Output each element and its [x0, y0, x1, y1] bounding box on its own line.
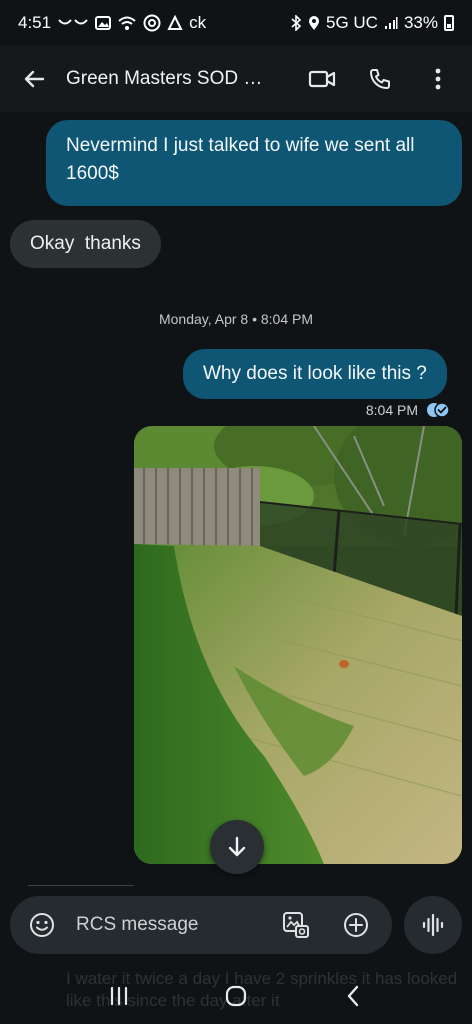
- header-actions: [304, 61, 456, 97]
- recent-apps-button[interactable]: [97, 974, 141, 1018]
- phone-call-button[interactable]: [362, 61, 398, 97]
- composer-actions: [278, 907, 374, 943]
- outgoing-message[interactable]: Why does it look like this ?: [183, 349, 447, 399]
- emoji-button[interactable]: [24, 907, 60, 943]
- video-call-button[interactable]: [304, 61, 340, 97]
- system-back-button[interactable]: [331, 974, 375, 1018]
- missed-call-icon: [57, 17, 89, 29]
- message-list[interactable]: Nevermind I just talked to wife we sent …: [0, 112, 472, 892]
- message-timestamp-row: 8:04 PM: [366, 402, 450, 418]
- wifi-call-icon: [117, 15, 137, 31]
- back-button[interactable]: [16, 61, 52, 97]
- draft-divider: [28, 885, 134, 886]
- status-network: 5G UC: [326, 13, 378, 32]
- gallery-icon: [283, 912, 309, 938]
- emoji-icon: [30, 913, 54, 937]
- chevron-left-icon: [348, 985, 359, 1007]
- signal-icon: [384, 16, 398, 30]
- outgoing-message[interactable]: Nevermind I just talked to wife we sent …: [46, 120, 462, 206]
- arrow-down-icon: [228, 836, 246, 857]
- message-timestamp: 8:04 PM: [365, 402, 418, 418]
- more-vert-icon: [435, 68, 441, 90]
- scroll-to-bottom-button[interactable]: [210, 820, 264, 874]
- battery-icon: [444, 15, 454, 31]
- voice-message-button[interactable]: [404, 896, 462, 954]
- status-battery-text: 33%: [403, 13, 438, 32]
- video-call-icon: [308, 70, 336, 88]
- add-attachment-button[interactable]: [338, 907, 374, 943]
- status-carrier-tag: ck: [189, 13, 207, 32]
- read-receipt-icon: [427, 402, 450, 418]
- contact-name[interactable]: Green Masters SOD Pe...: [66, 68, 272, 90]
- recent-apps-icon: [110, 986, 127, 1006]
- home-icon: [225, 985, 247, 1007]
- incoming-message[interactable]: Okay thanks: [10, 220, 161, 268]
- home-button[interactable]: [214, 974, 258, 1018]
- add-icon: [344, 913, 368, 937]
- status-time: 4:51: [18, 13, 52, 32]
- conversation-header: Green Masters SOD Pe...: [0, 46, 472, 112]
- status-left: 4:51 ck: [18, 13, 206, 33]
- phone-icon: [370, 69, 390, 89]
- status-bar: 4:51 ck 5G UC 33%: [0, 0, 472, 46]
- app-notification-icon: [167, 15, 183, 31]
- gallery-button[interactable]: [278, 907, 314, 943]
- image-attachment[interactable]: [134, 426, 462, 864]
- more-options-button[interactable]: [420, 61, 456, 97]
- location-icon: [308, 15, 320, 31]
- image-icon: [95, 15, 112, 31]
- message-composer: RCS message: [10, 896, 392, 954]
- status-right: 5G UC 33%: [290, 13, 454, 33]
- voice-icon: [422, 913, 444, 937]
- bluetooth-icon: [290, 15, 302, 31]
- target-icon: [143, 14, 161, 32]
- system-navigation-bar: [0, 968, 472, 1024]
- message-input[interactable]: RCS message: [76, 914, 278, 936]
- date-separator: Monday, Apr 8 • 8:04 PM: [158, 311, 314, 327]
- lawn-photo: [134, 426, 462, 864]
- back-arrow-icon: [24, 70, 45, 88]
